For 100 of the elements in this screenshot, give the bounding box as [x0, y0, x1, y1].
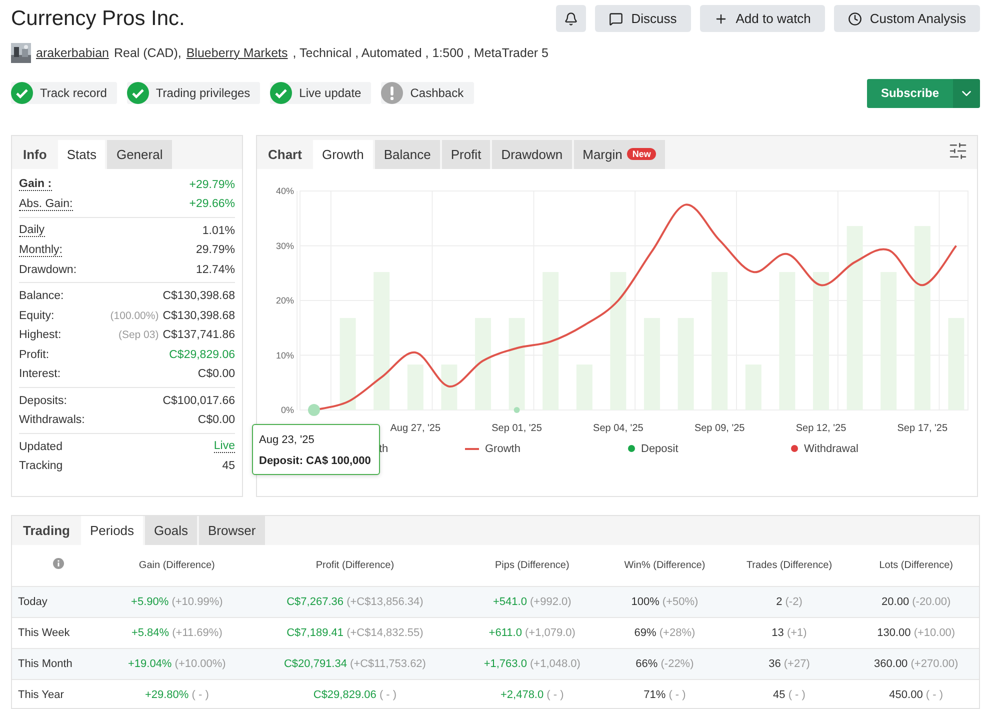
cell-value: +541.0 [492, 596, 527, 608]
tab[interactable]: Periods [80, 516, 144, 545]
action-button[interactable]: Add to watch [700, 5, 825, 32]
cell-value: 360.00 [874, 658, 908, 670]
cell-difference: ( - ) [546, 688, 564, 701]
cell-value: 100% [631, 596, 660, 608]
tab[interactable]: Drawdown [492, 140, 572, 169]
cell-value: 36 [768, 658, 781, 670]
stat-label: Drawdown: [19, 264, 77, 276]
stat-label: Monthly: [19, 244, 62, 257]
cell-difference: (+C$14,832.55) [346, 626, 424, 639]
meta-text: Real (CAD), [114, 46, 182, 60]
bell-icon [564, 12, 578, 26]
panel-title-tab[interactable]: Chart [259, 140, 311, 169]
cell-difference: (+1,079.0) [525, 626, 576, 639]
settings-icon[interactable] [948, 140, 968, 161]
cell-difference: ( - ) [668, 688, 686, 701]
legend-label: Withdrawal [804, 442, 858, 455]
stat-label: Highest: [19, 329, 62, 342]
cell-value: C$7,189.41 [286, 626, 344, 639]
chart-bar [441, 364, 458, 410]
tooltip-value: Deposit: CA$ 100,000 [259, 454, 371, 467]
info-icon[interactable] [52, 558, 64, 570]
tab[interactable]: General [107, 140, 172, 169]
dropdown-button[interactable] [953, 78, 980, 108]
stat-value: C$100,017.66 [162, 394, 235, 407]
cell-difference: (+28%) [659, 626, 696, 639]
stat-value: +29.79% [189, 178, 235, 191]
stat-value: 45 [222, 460, 235, 472]
x-axis-label: Sep 09, '25 [694, 422, 745, 434]
stat-value: C$29,829.06 [169, 348, 235, 361]
stat-label: Gain : [19, 178, 52, 192]
meta-link[interactable]: arakerbabian [36, 46, 109, 60]
x-axis-label: Sep 17, '25 [897, 422, 948, 434]
x-axis-label: Sep 04, '25 [593, 422, 644, 434]
tab[interactable]: Margin New [574, 140, 665, 169]
cell-difference: (+270.00) [910, 658, 958, 670]
column-header: Trades (Difference) [725, 544, 854, 586]
legend-label: Growth [485, 442, 520, 455]
tab[interactable]: Growth [312, 140, 373, 169]
exclamation-circle-icon [381, 82, 404, 104]
badge-label: Track record [40, 86, 107, 100]
check-circle-icon [11, 82, 33, 104]
period-label: This Year [12, 679, 104, 708]
clock-icon [848, 12, 862, 26]
notify-button[interactable] [556, 5, 586, 32]
y-axis-label: 20% [276, 295, 294, 306]
y-axis-label: 0% [280, 404, 294, 415]
cell-value: C$20,791.34 [284, 658, 347, 670]
meta-text: , Technical , Automated , 1:500 , MetaTrader 5 [292, 46, 548, 60]
stat-note: (100.00%) [110, 310, 159, 322]
x-axis-label: Sep 01, '25 [492, 422, 542, 434]
tab[interactable]: Balance [374, 140, 440, 169]
stat-value: 1.01% [202, 224, 235, 237]
stat-label: Interest: [19, 368, 61, 380]
stat-label: Deposits: [19, 394, 67, 407]
subscribe-button[interactable]: Subscribe [866, 78, 953, 108]
tab[interactable]: Stats [58, 140, 106, 169]
tab[interactable]: Profit [442, 140, 490, 169]
y-axis-label: 10% [276, 350, 294, 360]
period-label: This Month [12, 648, 104, 680]
cell-value: +5.84% [131, 626, 170, 639]
cell-difference: (+1,048.0) [530, 658, 580, 670]
cell-difference: (+C$13,856.34) [346, 596, 424, 608]
cell-difference: (+10.00) [914, 626, 956, 639]
stat-value: C$0.00 [198, 368, 235, 380]
cell-difference: (+10.00%) [174, 658, 226, 670]
cell-difference: (-2) [785, 596, 802, 608]
stat-label: Equity: [19, 310, 54, 322]
action-button[interactable]: Discuss [595, 5, 691, 32]
x-axis-label: Aug 27, '25 [390, 422, 441, 434]
cell-value: 20.00 [882, 596, 910, 608]
panel-title-tab[interactable]: Trading [14, 516, 79, 545]
stat-value: 29.79% [196, 244, 235, 256]
cell-difference: (-20.00) [912, 596, 951, 608]
stat-value: C$130,398.68 [162, 290, 235, 302]
check-circle-icon [126, 82, 149, 104]
cell-value: +611.0 [488, 626, 522, 639]
cell-value: 71% [644, 688, 666, 701]
y-axis-label: 30% [276, 240, 294, 251]
stat-value: C$130,398.68 [162, 310, 235, 322]
page-title: Currency Pros Inc. [11, 6, 185, 31]
legend-label: Deposit [641, 442, 678, 455]
column-header: Pips (Difference) [460, 544, 604, 586]
badge-label: Live update [299, 86, 362, 100]
tab[interactable]: Browser [199, 516, 265, 545]
cell-difference: (+C$11,753.62) [350, 658, 426, 670]
tab[interactable]: Goals [145, 516, 197, 545]
stat-value: 12.74% [196, 264, 235, 276]
cell-difference: (+50%) [662, 596, 698, 608]
panel-title-tab[interactable]: Info [14, 140, 56, 169]
meta-link[interactable]: Blueberry Markets [186, 46, 288, 60]
action-button[interactable]: Custom Analysis [834, 5, 980, 32]
stat-label: Withdrawals: [19, 414, 85, 426]
badge-label: Cashback [410, 86, 464, 100]
column-header: Win% (Difference) [604, 544, 726, 586]
stat-label: Balance: [19, 290, 64, 302]
cell-value: 69% [634, 626, 656, 639]
cell-value: 45 [773, 688, 786, 701]
cell-value: 66% [636, 658, 658, 670]
